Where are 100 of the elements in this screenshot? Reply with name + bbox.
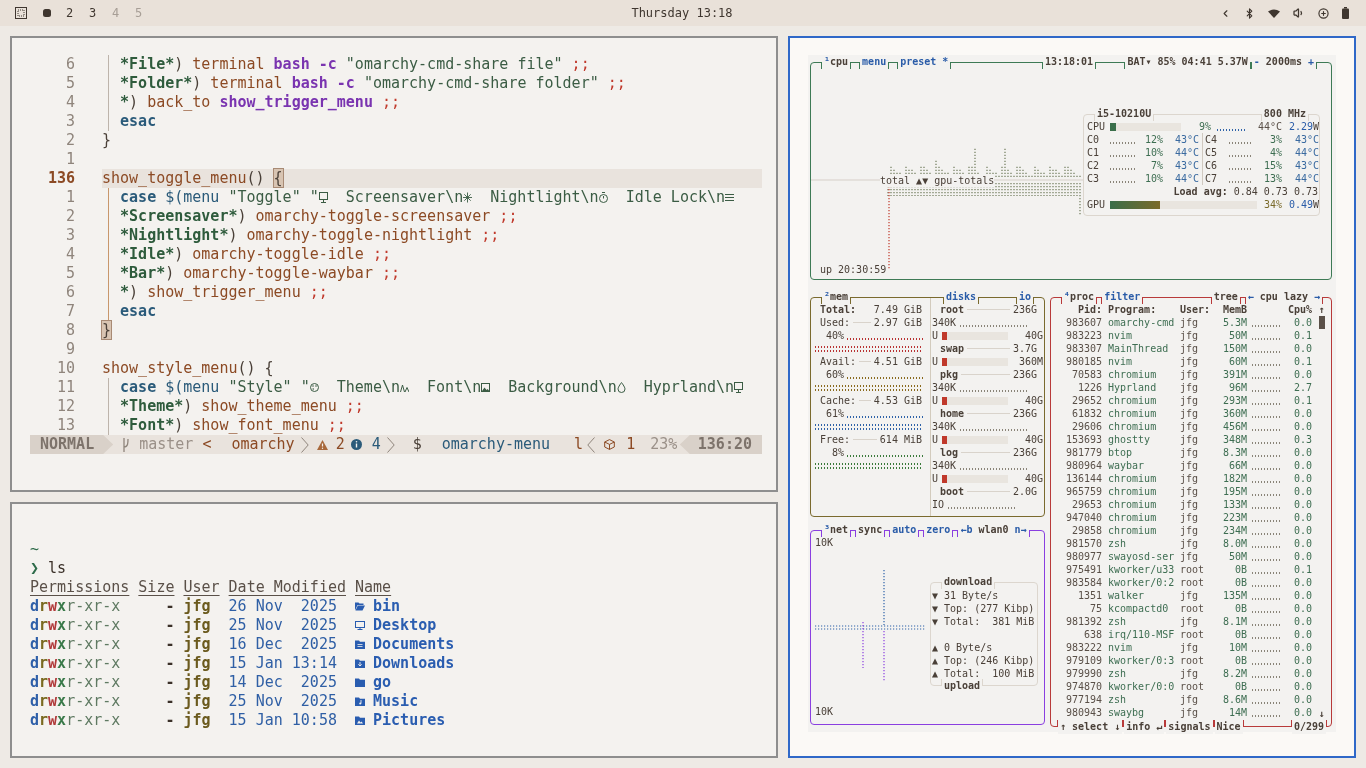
pid-cell: 136144: [1065, 472, 1102, 485]
column-header[interactable]: Cpu%: [1287, 303, 1312, 316]
pid-cell: 638: [1083, 628, 1102, 641]
file-name[interactable]: Downloads: [373, 654, 455, 673]
cpu-cell: 0.0: [1293, 654, 1312, 667]
line-number: 13: [55, 416, 75, 435]
column-header: Name: [355, 578, 392, 597]
pid-cell: 979109: [1065, 654, 1102, 667]
user-cell: jfg: [1180, 433, 1199, 446]
memory-cell: 0B: [1234, 654, 1247, 667]
memory-cell: 60M: [1228, 355, 1247, 368]
disk-size: 3.7G: [1012, 342, 1037, 355]
disk-name: root: [940, 303, 965, 316]
warning-icon: [316, 439, 328, 450]
line-number: 1: [64, 188, 75, 207]
column-header[interactable]: MemB: [1222, 303, 1247, 316]
file-name[interactable]: Pictures: [373, 711, 446, 730]
memory-label: Cache:: [820, 394, 857, 407]
code-text: Hyprland\n: [642, 378, 735, 397]
user-cell: root: [1180, 602, 1205, 615]
clock[interactable]: Thursday 13:18: [631, 4, 733, 22]
panel-title[interactable]: signals: [1166, 720, 1213, 734]
memory-cell: 133M: [1222, 498, 1247, 511]
program-cell: kworker/u33: [1108, 563, 1175, 576]
user-cell: jfg: [1180, 420, 1199, 433]
memory-cell: 150M: [1222, 342, 1247, 355]
date-cell: 26 Nov 2025: [228, 597, 337, 616]
cpu-cell: 0.1: [1293, 355, 1312, 368]
upload-stat: ▲ Top: (246 Kibp): [932, 654, 1035, 667]
pid-cell: 75: [1089, 602, 1102, 615]
panel-title[interactable]: ↑ select ↓: [1058, 720, 1123, 734]
pid-cell: 983607: [1065, 316, 1102, 329]
user-cell: jfg: [1180, 615, 1199, 628]
battery-icon[interactable]: [1342, 7, 1349, 19]
file-name[interactable]: bin: [373, 597, 401, 616]
chevron-right-icon: [386, 436, 395, 453]
program-cell: MainThread: [1108, 342, 1169, 355]
pid-cell: 983222: [1065, 641, 1102, 654]
program-cell: kworker/0:3: [1108, 654, 1175, 667]
file-name[interactable]: Desktop: [373, 616, 437, 635]
core-percent: 15%: [1263, 159, 1282, 172]
branch-name: master: [139, 434, 194, 456]
panel-title[interactable]: cpu lazy: [1259, 290, 1308, 304]
user-cell: jfg: [1180, 407, 1199, 420]
scroll-up-arrow[interactable]: ↑: [1318, 303, 1325, 316]
pid-cell: 153693: [1065, 433, 1102, 446]
load-label: Load avg:: [1173, 185, 1228, 198]
file-name[interactable]: Music: [373, 692, 419, 711]
column-header[interactable]: Pid:: [1077, 303, 1102, 316]
pid-cell: 980185: [1065, 355, 1102, 368]
prompt-symbol: ❯: [30, 559, 40, 578]
warning-count: 2: [335, 434, 345, 456]
volume-icon[interactable]: [1293, 7, 1305, 19]
disk-used-label: U: [932, 472, 939, 485]
wifi-icon[interactable]: [1268, 8, 1280, 18]
panel-title[interactable]: Nice: [1214, 720, 1243, 734]
panel-title[interactable]: info ↵: [1124, 720, 1165, 734]
file-name: omarchy-menu: [441, 434, 551, 456]
command-text: ls: [48, 559, 67, 578]
plus-circle-icon[interactable]: [1318, 7, 1329, 19]
app-menu-icon[interactable]: [15, 7, 27, 19]
lines-icon: [725, 192, 735, 203]
gpu-power: 0.49W: [1288, 198, 1319, 211]
user-cell: jfg: [1180, 368, 1199, 381]
panel-title[interactable]: 0/299: [1291, 720, 1326, 734]
user-cell: jfg: [1180, 459, 1199, 472]
memory-cell: 8.2M: [1222, 667, 1247, 680]
program-cell: walker: [1108, 589, 1145, 602]
scroll-percent: 23%: [650, 434, 678, 456]
scroll-thumb[interactable]: [1318, 316, 1325, 329]
user-cell: jfg: [1180, 342, 1199, 355]
cpu-cell: 0.0: [1293, 407, 1312, 420]
panel-title[interactable]: upload: [942, 679, 983, 693]
program-cell: nvim: [1108, 355, 1133, 368]
cpu-cell: 0.0: [1293, 693, 1312, 706]
memory-cell: 8.0M: [1222, 537, 1247, 550]
cwd-text: ~: [30, 540, 40, 559]
line-number: 5: [64, 74, 75, 93]
permissions-cell-text: drwxr-xr-x: [30, 711, 122, 730]
scroll-down-arrow[interactable]: ↓: [1318, 707, 1325, 720]
drop-icon: [616, 382, 626, 393]
monitor-icon: [355, 621, 365, 630]
memory-label: Total:: [820, 303, 857, 316]
size-cell: -: [165, 654, 175, 673]
pid-cell: 974870: [1065, 680, 1102, 693]
column-header[interactable]: Program:: [1108, 303, 1157, 316]
user-cell: jfg: [183, 635, 211, 654]
workspace-button[interactable]: 2: [58, 3, 81, 23]
column-header[interactable]: User:: [1180, 303, 1211, 316]
file-name[interactable]: go: [373, 673, 392, 692]
core-temperature: 43°C: [1294, 133, 1319, 146]
program-cell: kworker/0:2: [1108, 576, 1175, 589]
user-cell: root: [1180, 628, 1205, 641]
user-cell: jfg: [183, 654, 211, 673]
bluetooth-icon[interactable]: [1244, 7, 1255, 19]
workspace-button[interactable]: 3: [81, 3, 104, 23]
code-text: Font\n: [426, 378, 482, 397]
program-cell: btop: [1108, 446, 1133, 459]
memory-cell: 96M: [1228, 381, 1247, 394]
file-name[interactable]: Documents: [373, 635, 455, 654]
